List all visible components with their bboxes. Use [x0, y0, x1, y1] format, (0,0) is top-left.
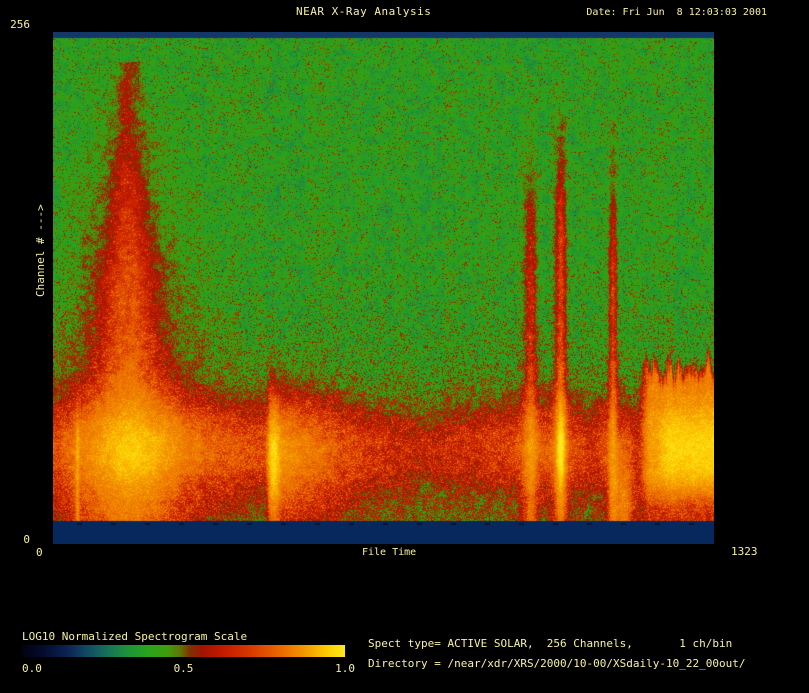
page-title: NEAR X-Ray Analysis [296, 5, 431, 18]
colorbar-tick-min: 0.0 [22, 662, 42, 675]
y-axis-min-label: 0 [4, 533, 30, 546]
colorbar-title: LOG10 Normalized Spectrogram Scale [22, 630, 247, 643]
spect-type-line: Spect type= ACTIVE SOLAR, 256 Channels, … [368, 637, 732, 650]
x-axis-min-label: 0 [36, 546, 43, 559]
x-axis-title: File Time [362, 546, 416, 559]
date-label: Date: Fri Jun 8 12:03:03 2001 [586, 6, 767, 19]
colorbar-gradient [22, 645, 345, 657]
y-axis-max-label: 256 [4, 18, 30, 31]
app-window: NEAR X-Ray Analysis Date: Fri Jun 8 12:0… [0, 0, 809, 693]
y-axis-title: Channel # ---> [34, 204, 47, 297]
colorbar-ticks: 0.0 0.5 1.0 [22, 662, 345, 676]
spectrogram-canvas [53, 32, 714, 544]
x-axis-max-label: 1323 [731, 545, 758, 558]
directory-line: Directory = /near/xdr/XRS/2000/10-00/XSd… [368, 657, 746, 670]
colorbar-tick-mid: 0.5 [174, 662, 194, 675]
colorbar-tick-max: 1.0 [335, 662, 355, 675]
